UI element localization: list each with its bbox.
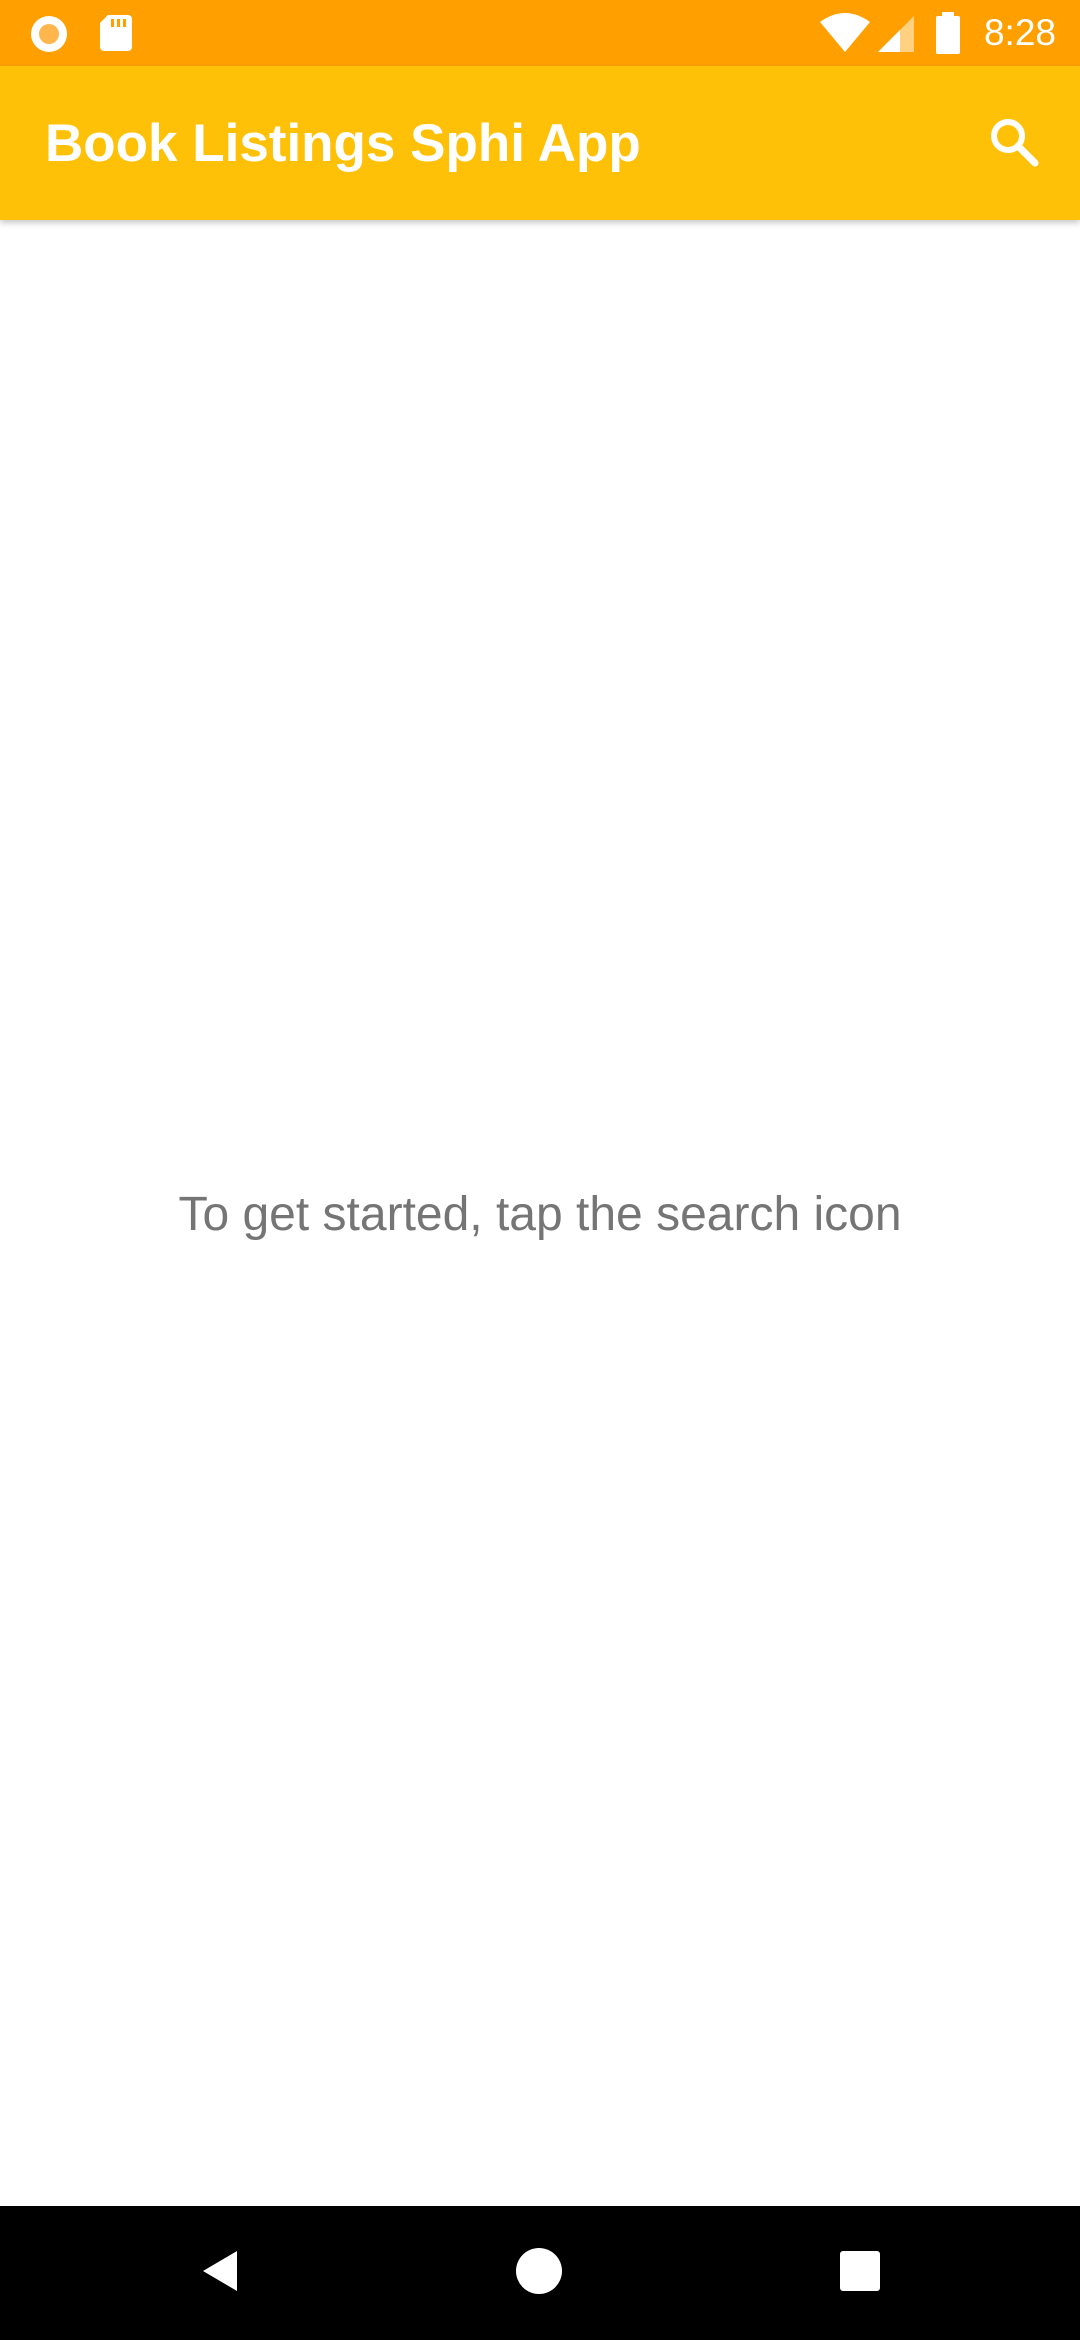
back-button[interactable] — [176, 2228, 266, 2318]
app-title: Book Listings Sphi App — [45, 114, 641, 173]
search-icon[interactable] — [987, 115, 1041, 174]
empty-state-message: To get started, tap the search icon — [178, 1188, 902, 1241]
home-button[interactable] — [494, 2228, 584, 2318]
battery-icon — [934, 12, 962, 54]
app-bar: Book Listings Sphi App — [0, 66, 1080, 220]
notification-dot-icon — [28, 13, 70, 53]
wifi-icon — [818, 12, 872, 54]
home-icon[interactable] — [515, 2247, 563, 2300]
search-button[interactable] — [966, 96, 1062, 192]
back-icon[interactable] — [197, 2247, 245, 2300]
main-content: To get started, tap the search icon — [0, 220, 1080, 2206]
status-time: 8:28 — [983, 12, 1056, 53]
recents-button[interactable] — [815, 2228, 905, 2318]
recents-icon[interactable] — [838, 2249, 882, 2298]
cell-signal-icon — [876, 12, 916, 54]
status-bar: 8:28 — [0, 0, 1080, 66]
sd-card-icon — [98, 13, 134, 53]
system-nav-bar — [0, 2206, 1080, 2340]
